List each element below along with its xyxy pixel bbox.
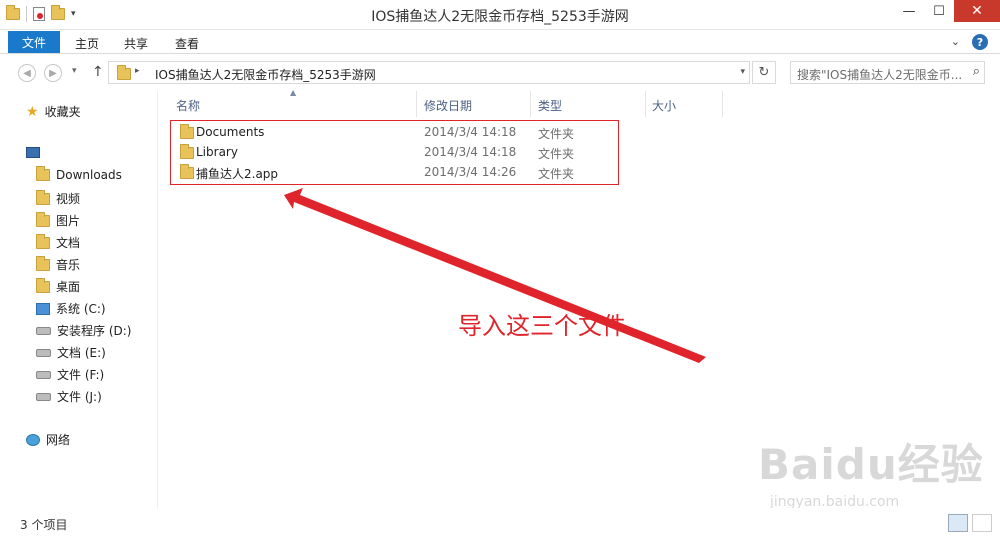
search-icon[interactable]: ⌕ <box>973 64 980 79</box>
drive-icon <box>36 392 51 401</box>
system-drive-icon <box>36 302 50 315</box>
tab-home[interactable]: 主页 <box>75 35 99 52</box>
watermark-brand: Baidu经验 <box>758 440 984 489</box>
sidebar-item-drive-d[interactable]: 安装程序 (D:) <box>36 322 131 339</box>
computer-icon <box>26 147 40 158</box>
star-icon: ★ <box>26 103 39 120</box>
column-header-name[interactable]: 名称 <box>176 97 200 114</box>
refresh-button[interactable]: ↻ <box>752 61 776 84</box>
sidebar-item-favorites[interactable]: ★ 收藏夹 <box>26 103 81 120</box>
sidebar-item-drive-j[interactable]: 文件 (J:) <box>36 388 102 405</box>
folder-icon <box>36 166 50 181</box>
tab-file[interactable]: 文件 <box>8 31 60 53</box>
folder-icon <box>117 65 131 80</box>
column-divider[interactable] <box>645 91 646 117</box>
watermark: Baidu经验 jingyan.baidu.com <box>758 431 984 510</box>
sidebar-item-pictures[interactable]: 图片 <box>36 211 81 229</box>
sidebar-item-drive-e[interactable]: 文档 (E:) <box>36 344 106 361</box>
folder-icon <box>36 211 50 227</box>
sidebar-item-label: 系统 (C:) <box>56 302 106 316</box>
column-header-size[interactable]: 大小 <box>652 97 676 114</box>
sidebar-item-documents[interactable]: 文档 <box>36 233 81 251</box>
sidebar-item-label: 文档 (E:) <box>57 346 106 360</box>
highlight-box <box>170 120 619 185</box>
recent-locations-icon[interactable]: ▾ <box>72 66 77 76</box>
sidebar-item-this-pc[interactable] <box>26 147 40 158</box>
sidebar-item-label: 音乐 <box>56 258 81 272</box>
title-bar: ▾ IOS捕鱼达人2无限金币存档_5253手游网 — ☐ ✕ <box>0 0 1000 30</box>
folder-icon <box>36 189 50 205</box>
large-icons-view-button[interactable] <box>972 514 992 532</box>
sidebar-item-label: 文件 (J:) <box>57 390 102 404</box>
annotation-text: 导入这三个文件 <box>458 312 626 340</box>
column-header-modified[interactable]: 修改日期 <box>424 97 472 114</box>
window-controls: — ☐ ✕ <box>894 0 1000 22</box>
column-divider[interactable] <box>722 91 723 117</box>
search-input[interactable]: 搜索"IOS捕鱼达人2无限金币... ⌕ <box>790 61 985 84</box>
sort-ascending-icon: ▲ <box>290 88 297 97</box>
sidebar-item-music[interactable]: 音乐 <box>36 255 81 273</box>
sidebar-item-label: Downloads <box>56 168 122 182</box>
status-bar: 3 个项目 <box>0 508 1000 540</box>
sidebar-item-label: 收藏夹 <box>44 105 81 119</box>
address-bar[interactable]: ▸ IOS捕鱼达人2无限金币存档_5253手游网 ▾ <box>108 61 750 84</box>
navigation-bar: ◀ ▶ ▾ ↑ ▸ IOS捕鱼达人2无限金币存档_5253手游网 ▾ ↻ 搜索"… <box>0 54 1000 91</box>
help-icon[interactable]: ? <box>972 34 988 50</box>
network-icon <box>26 433 40 446</box>
tab-view[interactable]: 查看 <box>175 35 199 52</box>
sidebar-item-label: 文件 (F:) <box>57 368 105 382</box>
sidebar-item-videos[interactable]: 视频 <box>36 189 81 207</box>
chevron-down-icon[interactable]: ▾ <box>740 67 745 77</box>
ribbon: 文件 主页 共享 查看 ⌄ ? <box>0 30 1000 54</box>
sidebar-item-drive-f[interactable]: 文件 (F:) <box>36 366 104 383</box>
sidebar-item-downloads[interactable]: Downloads <box>36 166 122 182</box>
forward-button[interactable]: ▶ <box>44 64 62 82</box>
column-divider[interactable] <box>530 91 531 117</box>
close-button[interactable]: ✕ <box>954 0 1000 22</box>
sidebar-item-label: 桌面 <box>56 280 81 294</box>
minimize-button[interactable]: — <box>894 0 924 22</box>
sidebar-item-network[interactable]: 网络 <box>26 431 70 448</box>
sidebar-item-desktop[interactable]: 桌面 <box>36 277 81 295</box>
address-path: IOS捕鱼达人2无限金币存档_5253手游网 <box>155 68 376 82</box>
folder-icon <box>36 233 50 249</box>
sidebar-item-drive-c[interactable]: 系统 (C:) <box>36 300 106 317</box>
folder-icon <box>36 255 50 271</box>
sidebar-item-label: 图片 <box>56 214 81 228</box>
sidebar-item-label: 网络 <box>46 433 71 447</box>
up-arrow-icon[interactable]: ↑ <box>92 64 104 80</box>
maximize-button[interactable]: ☐ <box>924 0 954 22</box>
back-button[interactable]: ◀ <box>18 64 36 82</box>
sidebar-item-label: 文档 <box>56 236 81 250</box>
sidebar-item-label: 安装程序 (D:) <box>57 324 132 338</box>
navigation-pane: ★ 收藏夹 Downloads 视频 图片 文档 音乐 桌面 系统 (C:) 安… <box>0 91 158 508</box>
window-title: IOS捕鱼达人2无限金币存档_5253手游网 <box>371 9 629 25</box>
column-header-type[interactable]: 类型 <box>538 97 562 114</box>
drive-icon <box>36 370 51 379</box>
tab-share[interactable]: 共享 <box>124 35 148 52</box>
breadcrumb-separator-icon: ▸ <box>135 66 140 76</box>
column-divider[interactable] <box>416 91 417 117</box>
drive-icon <box>36 326 51 335</box>
search-placeholder: 搜索"IOS捕鱼达人2无限金币... <box>797 68 963 82</box>
expand-ribbon-icon[interactable]: ⌄ <box>951 35 960 48</box>
item-count: 3 个项目 <box>20 518 68 532</box>
folder-icon <box>36 277 50 293</box>
file-list: ▲ 名称 修改日期 类型 大小 Documents 2014/3/4 14:18… <box>158 88 1000 510</box>
sidebar-item-label: 视频 <box>56 192 81 206</box>
drive-icon <box>36 348 51 357</box>
details-view-button[interactable] <box>948 514 968 532</box>
